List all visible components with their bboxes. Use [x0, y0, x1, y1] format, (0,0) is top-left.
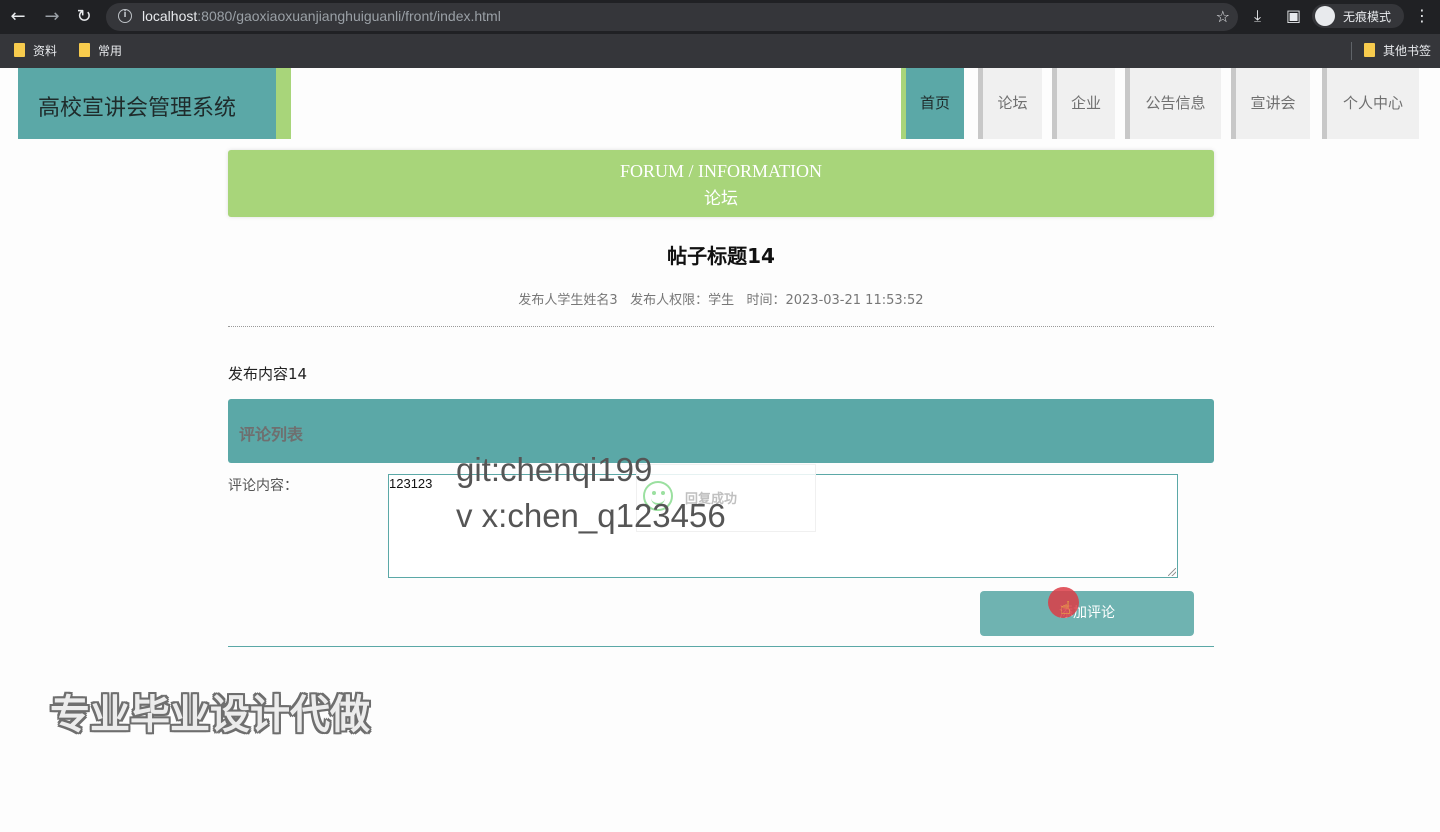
other-bookmarks[interactable]: 其他书签 — [1364, 42, 1431, 59]
incognito-icon — [1315, 6, 1335, 26]
banner-english-title: FORUM / INFORMATION — [619, 161, 823, 181]
nav-career-talks[interactable]: 宣讲会 — [1231, 68, 1310, 139]
nav-announcements[interactable]: 公告信息 — [1125, 68, 1221, 139]
divider — [228, 326, 1214, 327]
bottom-divider — [228, 646, 1214, 647]
nav-company[interactable]: 企业 — [1052, 68, 1115, 139]
section-banner: FORUM / INFORMATION 论坛 — [228, 150, 1214, 217]
nav-home[interactable]: 首页 — [901, 68, 964, 139]
incognito-indicator[interactable]: 无痕模式 — [1312, 4, 1404, 28]
ad-watermark: 专业毕业设计代做 — [50, 692, 370, 738]
download-icon[interactable]: ⤓ — [1254, 6, 1261, 26]
bookmarks-bar: 资料 常用 其他书签 — [0, 34, 1440, 68]
back-icon[interactable]: ← — [6, 5, 30, 29]
add-comment-button[interactable]: 添加评论 — [980, 591, 1194, 636]
site-title: 高校宣讲会管理系统 — [38, 96, 237, 121]
site-info-icon[interactable]: i — [118, 9, 132, 23]
bookmark-folder-changyong[interactable]: 常用 — [79, 42, 122, 59]
forward-icon[interactable]: → — [40, 5, 64, 29]
brand-accent-bar — [276, 68, 291, 139]
url-text[interactable]: localhost:8080/gaoxiaoxuanjianghuiguanli… — [142, 8, 501, 24]
comment-field-label: 评论内容： — [228, 478, 298, 494]
post-meta: 发布人学生姓名3 发布人权限：学生 时间：2023-03-21 11:53:52 — [518, 293, 924, 308]
incognito-label: 无痕模式 — [1343, 10, 1392, 24]
side-panel-icon[interactable]: ▣ — [1286, 6, 1301, 25]
banner-chinese-title: 论坛 — [704, 189, 738, 209]
bookmark-folder-ziliao[interactable]: 资料 — [14, 42, 57, 59]
comment-list-title: 评论列表 — [239, 425, 304, 444]
reload-icon[interactable]: ↻ — [72, 5, 96, 29]
browser-toolbar: ← → ↻ i localhost:8080/gaoxiaoxuanjiangh… — [0, 0, 1440, 34]
resize-handle[interactable] — [1168, 568, 1176, 576]
comment-list-header: 评论列表 — [228, 399, 1214, 463]
site-brand[interactable]: 高校宣讲会管理系统 — [18, 68, 276, 139]
hand-cursor-icon: ☝ — [1060, 598, 1071, 619]
bookmark-star-icon[interactable]: ☆ — [1216, 7, 1230, 26]
nav-personal-center[interactable]: 个人中心 — [1322, 68, 1419, 139]
page: 高校宣讲会管理系统 首页 论坛 企业 公告信息 宣讲会 个人中心 FORUM /… — [0, 68, 1440, 832]
overlay-text-line2: v x:chen_q123456 — [456, 497, 726, 534]
comment-textarea-value: 123123 — [389, 476, 433, 491]
post-title: 帖子标题14 — [667, 244, 775, 268]
post-content: 发布内容14 — [228, 365, 308, 383]
folder-icon — [14, 43, 25, 57]
bookmark-separator — [1351, 42, 1352, 60]
address-bar[interactable]: i localhost:8080/gaoxiaoxuanjianghuiguan… — [106, 3, 1238, 31]
folder-icon — [79, 43, 90, 57]
nav-forum[interactable]: 论坛 — [978, 68, 1042, 139]
menu-icon[interactable]: ⋮ — [1414, 6, 1430, 25]
overlay-text-line1: git:chenqi199 — [456, 451, 653, 488]
folder-icon — [1364, 43, 1375, 57]
